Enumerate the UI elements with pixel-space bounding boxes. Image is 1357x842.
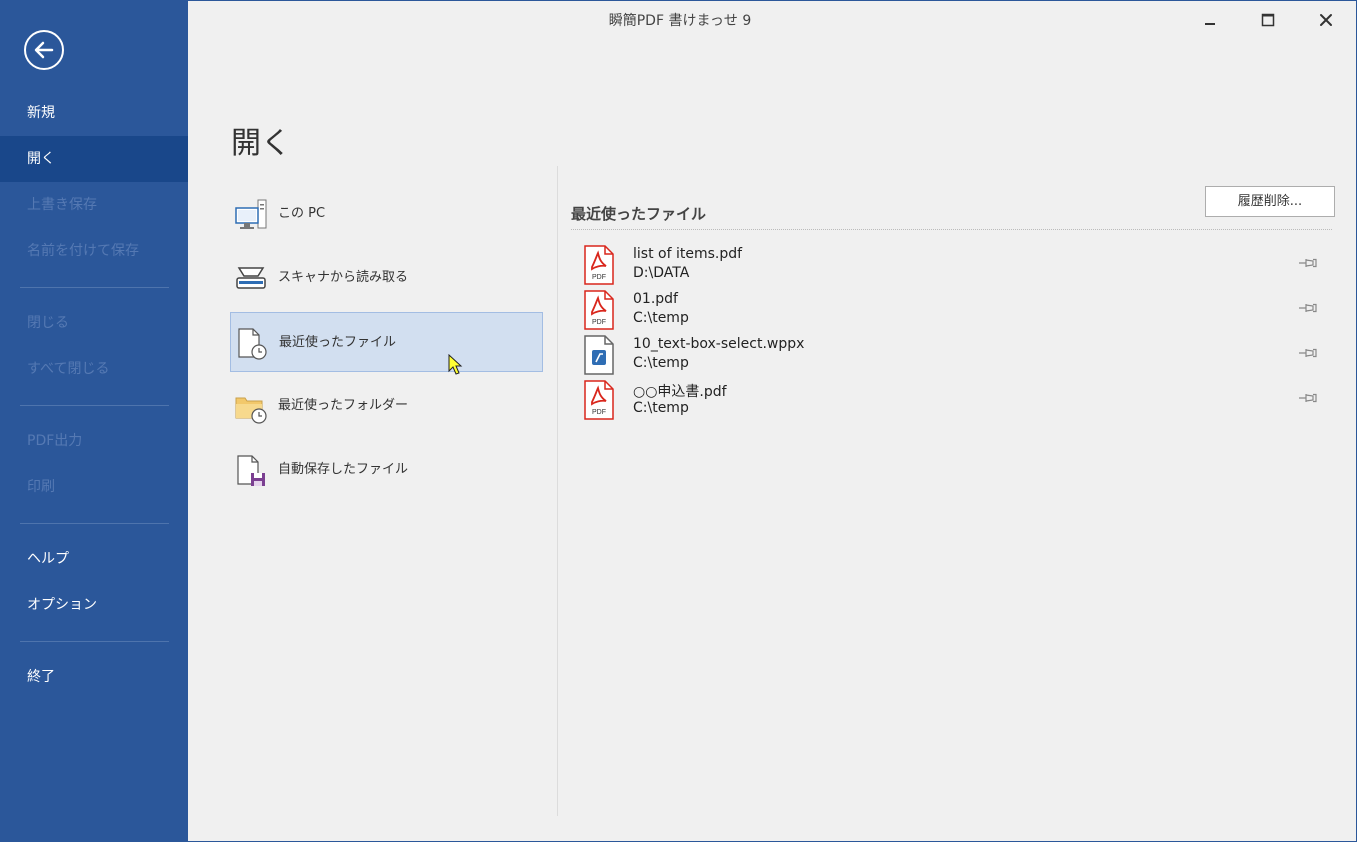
recent-file-row[interactable]: 10_text-box-select.wppx C:\temp bbox=[580, 334, 1325, 379]
recent-file-row[interactable]: PDF list of items.pdf D:\DATA bbox=[580, 244, 1325, 289]
svg-text:PDF: PDF bbox=[592, 274, 606, 281]
pdf-file-icon: PDF bbox=[584, 380, 614, 420]
recent-folder-icon bbox=[235, 397, 267, 424]
mouse-cursor-icon bbox=[448, 354, 463, 375]
scanner-icon bbox=[236, 267, 266, 289]
pdf-file-icon: PDF bbox=[584, 290, 614, 330]
section-divider bbox=[571, 229, 1332, 230]
nav-open[interactable]: 開く bbox=[0, 136, 188, 182]
file-name: 10_text-box-select.wppx bbox=[633, 336, 805, 352]
option-this-pc[interactable]: この PC bbox=[230, 184, 543, 244]
nav-options[interactable]: オプション bbox=[0, 582, 188, 628]
recent-file-icon bbox=[238, 328, 267, 360]
minimize-icon bbox=[1205, 23, 1215, 25]
nav-close-all: すべて閉じる bbox=[27, 361, 110, 377]
nav-divider bbox=[20, 405, 169, 406]
file-path: C:\temp bbox=[633, 310, 689, 326]
maximize-button[interactable] bbox=[1256, 10, 1280, 32]
file-name: list of items.pdf bbox=[633, 246, 743, 262]
nav-help[interactable]: ヘルプ bbox=[0, 536, 188, 582]
column-divider bbox=[557, 166, 558, 816]
option-autosaved-files[interactable]: 自動保存したファイル bbox=[230, 440, 543, 500]
file-path: C:\temp bbox=[633, 400, 689, 416]
option-recent-folders[interactable]: 最近使ったフォルダー bbox=[230, 376, 543, 436]
svg-text:PDF: PDF bbox=[592, 319, 606, 326]
option-recent-files[interactable]: 最近使ったファイル bbox=[230, 312, 543, 372]
close-button[interactable] bbox=[1314, 10, 1338, 32]
nav-print: 印刷 bbox=[27, 479, 55, 495]
option-scanner[interactable]: スキャナから読み取る bbox=[230, 248, 543, 308]
pin-icon[interactable] bbox=[1297, 256, 1319, 270]
recent-files-title: 最近使ったファイル bbox=[571, 205, 707, 223]
close-icon bbox=[1320, 14, 1332, 26]
computer-icon bbox=[235, 199, 267, 229]
recent-file-row[interactable]: PDF 01.pdf C:\temp bbox=[580, 289, 1325, 334]
option-label: この PC bbox=[278, 206, 326, 221]
autosave-file-icon bbox=[237, 455, 265, 486]
nav-save-as: 名前を付けて保存 bbox=[27, 243, 139, 259]
pin-icon[interactable] bbox=[1297, 391, 1319, 405]
nav-new[interactable]: 新規 bbox=[0, 90, 188, 136]
file-name: 01.pdf bbox=[633, 291, 678, 307]
nav-divider bbox=[20, 287, 169, 288]
sidebar: 新規 開く 上書き保存 名前を付けて保存 閉じる すべて閉じる PDF出力 印刷… bbox=[0, 0, 188, 842]
back-arrow-icon bbox=[34, 41, 54, 59]
recent-file-row[interactable]: PDF ○○申込書.pdf C:\temp bbox=[580, 379, 1325, 424]
minimize-button[interactable] bbox=[1198, 10, 1222, 32]
file-path: D:\DATA bbox=[633, 265, 690, 281]
maximize-icon bbox=[1261, 13, 1275, 27]
nav-close: 閉じる bbox=[27, 315, 69, 331]
file-path: C:\temp bbox=[633, 355, 689, 371]
wppx-file-icon bbox=[584, 335, 614, 375]
nav-save: 上書き保存 bbox=[27, 197, 97, 213]
option-label: 最近使ったファイル bbox=[279, 335, 397, 350]
file-name: ○○申込書.pdf bbox=[633, 384, 727, 400]
clear-history-button[interactable]: 履歴削除... bbox=[1205, 186, 1335, 217]
option-label: 自動保存したファイル bbox=[278, 462, 409, 477]
pin-icon[interactable] bbox=[1297, 301, 1319, 315]
nav-divider bbox=[20, 523, 169, 524]
svg-text:PDF: PDF bbox=[592, 409, 606, 416]
pdf-file-icon: PDF bbox=[584, 245, 614, 285]
nav-pdf-export: PDF出力 bbox=[27, 433, 83, 449]
page-title: 開く bbox=[231, 126, 291, 161]
nav-divider bbox=[20, 641, 169, 642]
back-button[interactable] bbox=[24, 30, 64, 70]
option-label: 最近使ったフォルダー bbox=[278, 398, 409, 413]
app-title: 瞬簡PDF 書けまっせ 9 bbox=[608, 13, 752, 29]
pin-icon[interactable] bbox=[1297, 346, 1319, 360]
nav-exit[interactable]: 終了 bbox=[0, 654, 188, 700]
option-label: スキャナから読み取る bbox=[278, 270, 409, 285]
